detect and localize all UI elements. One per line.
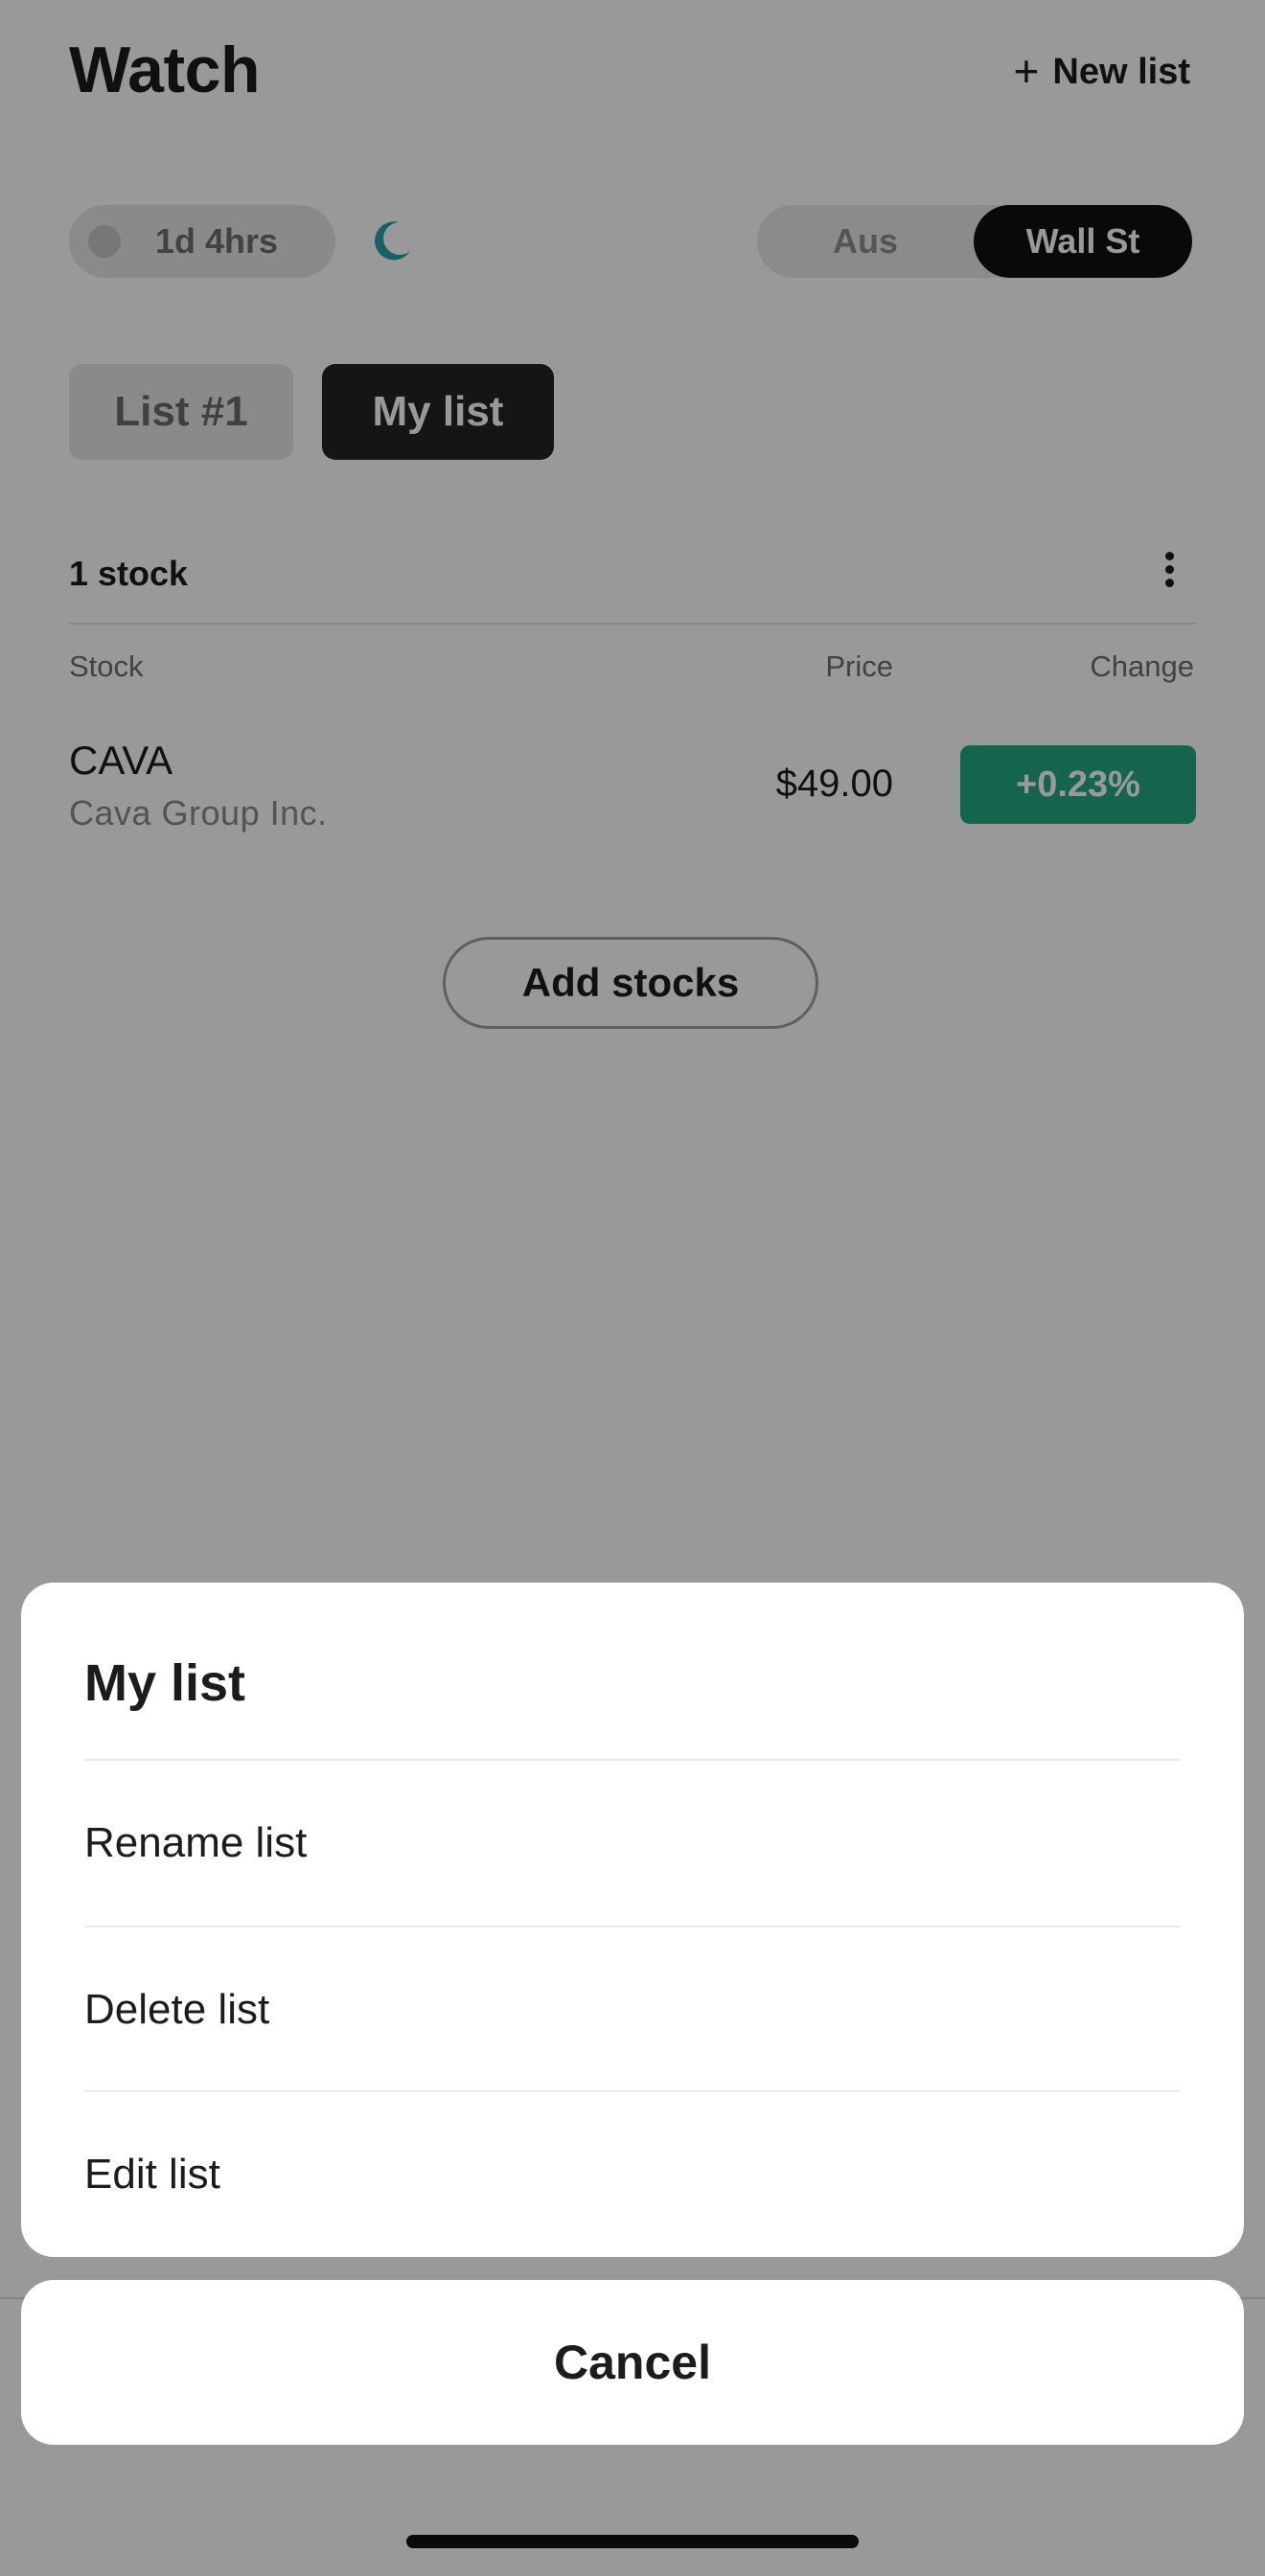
- cancel-button[interactable]: Cancel: [21, 2280, 1244, 2445]
- action-sheet: My list Rename list Delete list Edit lis…: [21, 1583, 1244, 2257]
- delete-list-button[interactable]: Delete list: [84, 1927, 1181, 2092]
- edit-list-button[interactable]: Edit list: [84, 2092, 1181, 2257]
- home-indicator[interactable]: [406, 2535, 859, 2548]
- action-sheet-title: My list: [84, 1654, 246, 1712]
- rename-list-button[interactable]: Rename list: [84, 1761, 1181, 1926]
